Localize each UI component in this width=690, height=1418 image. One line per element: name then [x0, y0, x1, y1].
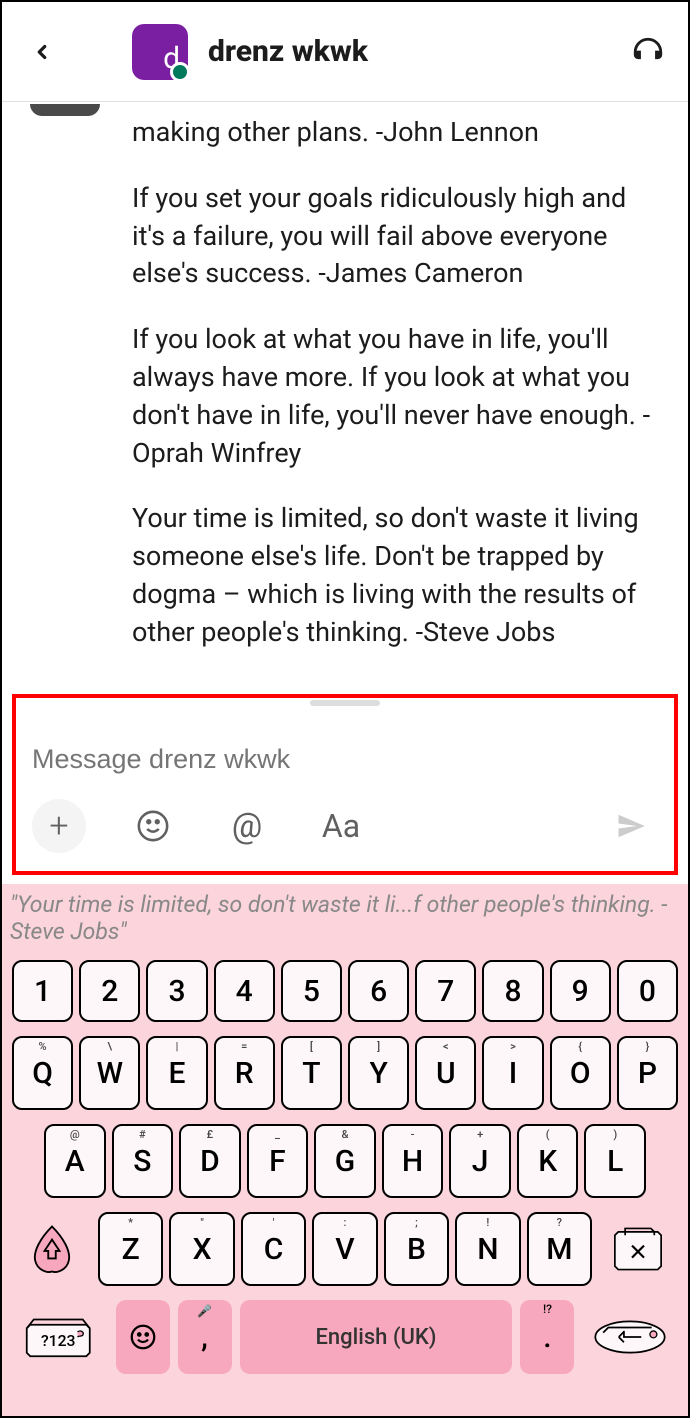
keyboard-row-numbers: 1 2 3 4 5 6 7 8 9 0 — [12, 960, 678, 1022]
key-s[interactable]: #S — [112, 1124, 174, 1198]
key-p[interactable]: }P — [617, 1036, 678, 1110]
key-5[interactable]: 5 — [281, 960, 342, 1022]
drag-handle[interactable] — [310, 700, 380, 706]
composer-toolbar: + @ Aa — [16, 793, 674, 867]
suggestion-bar[interactable]: "Your time is limited, so don't waste it… — [2, 884, 688, 952]
key-x[interactable]: "X — [169, 1212, 234, 1286]
keyboard-row-zxcv: *Z "X 'C :V ;B !N ?M — [12, 1212, 678, 1286]
key-j[interactable]: +J — [449, 1124, 511, 1198]
key-0[interactable]: 0 — [617, 960, 678, 1022]
key-q[interactable]: %Q — [12, 1036, 73, 1110]
key-f[interactable]: _F — [247, 1124, 309, 1198]
key-2[interactable]: 2 — [79, 960, 140, 1022]
avatar[interactable]: d — [132, 24, 188, 80]
key-u[interactable]: <U — [415, 1036, 476, 1110]
key-b[interactable]: ;B — [384, 1212, 449, 1286]
key-o[interactable]: {O — [550, 1036, 611, 1110]
key-9[interactable]: 9 — [550, 960, 611, 1022]
backspace-key[interactable] — [598, 1212, 678, 1286]
key-y[interactable]: ]Y — [348, 1036, 409, 1110]
message-text: If you look at what you have in life, yo… — [132, 321, 660, 472]
key-d[interactable]: £D — [179, 1124, 241, 1198]
enter-key[interactable] — [582, 1300, 678, 1374]
key-l[interactable]: )L — [584, 1124, 646, 1198]
key-8[interactable]: 8 — [482, 960, 543, 1022]
key-7[interactable]: 7 — [415, 960, 476, 1022]
key-3[interactable]: 3 — [146, 960, 207, 1022]
space-key[interactable]: English (UK) — [240, 1300, 513, 1374]
symbols-key[interactable]: ?123 — [12, 1300, 108, 1374]
key-6[interactable]: 6 — [348, 960, 409, 1022]
key-r[interactable]: =R — [214, 1036, 275, 1110]
period-key[interactable]: !?. — [520, 1300, 574, 1374]
send-button[interactable] — [604, 799, 658, 853]
key-i[interactable]: >I — [482, 1036, 543, 1110]
key-h[interactable]: -H — [382, 1124, 444, 1198]
keyboard: "Your time is limited, so don't waste it… — [2, 884, 688, 1416]
key-m[interactable]: ?M — [527, 1212, 592, 1286]
key-1[interactable]: 1 — [12, 960, 73, 1022]
shift-key[interactable] — [12, 1212, 92, 1286]
attach-button[interactable]: + — [32, 799, 86, 853]
mention-button[interactable]: @ — [220, 799, 274, 853]
previous-avatar-partial — [30, 104, 100, 116]
key-g[interactable]: &G — [314, 1124, 376, 1198]
header: d drenz wkwk — [2, 2, 688, 102]
key-e[interactable]: |E — [146, 1036, 207, 1110]
message-list: making other plans. -John Lennon If you … — [2, 102, 688, 680]
emoji-button[interactable] — [126, 799, 180, 853]
message-text: making other plans. -John Lennon — [132, 114, 660, 152]
key-v[interactable]: :V — [312, 1212, 377, 1286]
key-4[interactable]: 4 — [214, 960, 275, 1022]
presence-indicator — [170, 62, 190, 82]
keyboard-row-asdf: @A #S £D _F &G -H +J (K )L — [12, 1124, 678, 1198]
message-input[interactable] — [16, 716, 674, 793]
keyboard-row-qwerty: %Q \W |E =R [T ]Y <U >I {O }P — [12, 1036, 678, 1110]
svg-text:?123: ?123 — [41, 1331, 76, 1350]
chat-title[interactable]: drenz wkwk — [208, 34, 608, 69]
message-text: If you set your goals ridiculously high … — [132, 180, 660, 293]
key-n[interactable]: !N — [455, 1212, 520, 1286]
keyboard-row-bottom: ?123 🎤, English (UK) !?. — [12, 1300, 678, 1374]
huddle-button[interactable] — [628, 32, 668, 72]
key-k[interactable]: (K — [517, 1124, 579, 1198]
key-c[interactable]: 'C — [241, 1212, 306, 1286]
message-text: Your time is limited, so don't waste it … — [132, 500, 660, 651]
emoji-key[interactable] — [116, 1300, 170, 1374]
comma-key[interactable]: 🎤, — [178, 1300, 232, 1374]
message-composer: + @ Aa — [12, 694, 678, 875]
key-a[interactable]: @A — [44, 1124, 106, 1198]
back-button[interactable] — [22, 32, 62, 72]
key-w[interactable]: \W — [79, 1036, 140, 1110]
key-z[interactable]: *Z — [98, 1212, 163, 1286]
format-button[interactable]: Aa — [314, 799, 368, 853]
key-t[interactable]: [T — [281, 1036, 342, 1110]
